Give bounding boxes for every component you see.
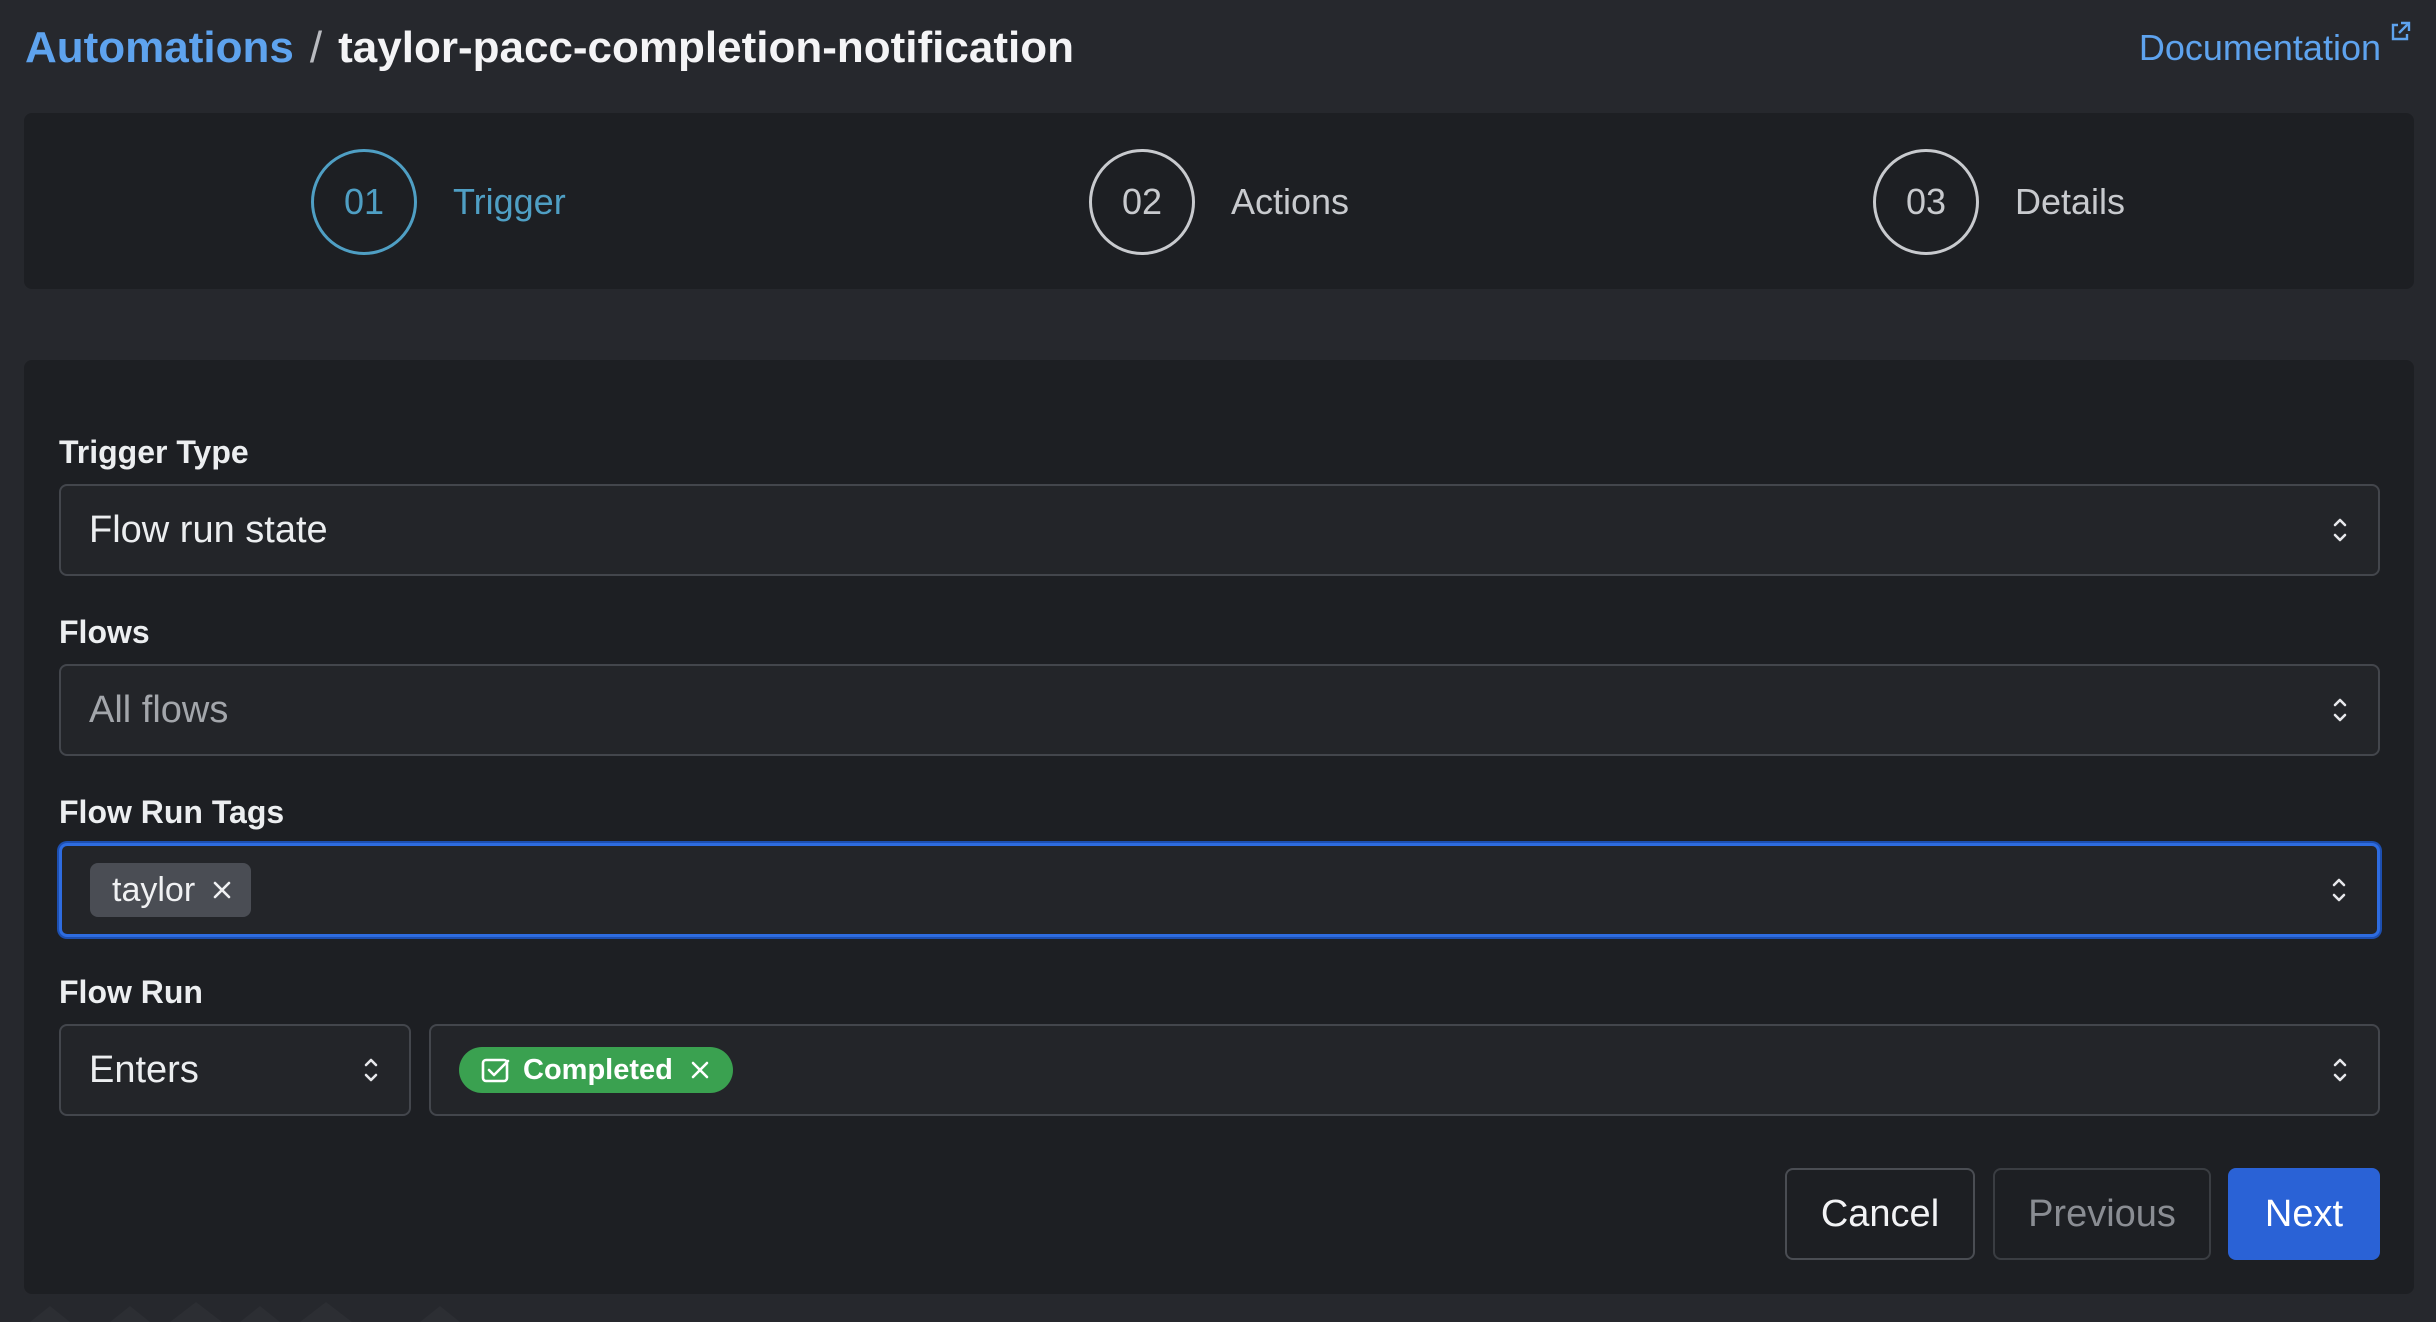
page-title: taylor-pacc-completion-notification (338, 23, 1074, 72)
flows-label: Flows (59, 614, 150, 650)
flow-run-label: Flow Run (59, 974, 203, 1010)
state-badge-completed: Completed (459, 1047, 733, 1093)
trigger-type-select[interactable]: Flow run state (59, 484, 2380, 576)
trigger-type-value: Flow run state (89, 508, 328, 551)
flows-placeholder: All flows (89, 688, 229, 731)
documentation-link[interactable]: Documentation (2138, 21, 2411, 69)
step-number: 02 (1089, 149, 1195, 255)
step-actions[interactable]: 02 Actions (1089, 149, 1349, 255)
flow-run-states-select[interactable]: Completed (429, 1024, 2380, 1116)
step-label: Actions (1231, 181, 1350, 222)
tag-chip-label: taylor (112, 870, 196, 909)
breadcrumb: Automations / taylor-pacc-completion-not… (25, 23, 1074, 73)
trigger-form-panel: Trigger Type Flow run state Flows All fl… (24, 360, 2414, 1294)
step-details[interactable]: 03 Details (1873, 149, 2125, 255)
external-link-icon (2391, 21, 2411, 41)
remove-state-icon[interactable] (689, 1059, 711, 1081)
chevron-up-down-icon (2333, 1058, 2347, 1082)
remove-tag-icon[interactable] (211, 879, 233, 901)
tag-chip: taylor (90, 863, 252, 917)
previous-button[interactable]: Previous (1993, 1168, 2211, 1260)
background-pattern (30, 1302, 460, 1322)
completed-check-icon (481, 1056, 511, 1084)
page-header: Automations / taylor-pacc-completion-not… (25, 18, 2411, 78)
flow-run-condition-select[interactable]: Enters (59, 1024, 411, 1116)
chevron-up-down-icon (364, 1058, 378, 1082)
flow-run-condition-value: Enters (89, 1048, 199, 1091)
chevron-up-down-icon (2332, 878, 2346, 902)
chevron-up-down-icon (2333, 698, 2347, 722)
cancel-button[interactable]: Cancel (1785, 1168, 1975, 1260)
flow-run-tags-select[interactable]: taylor (59, 843, 2380, 937)
next-button[interactable]: Next (2228, 1168, 2380, 1260)
flow-run-tags-label: Flow Run Tags (59, 794, 285, 830)
step-number: 01 (311, 149, 417, 255)
step-label: Trigger (453, 181, 566, 222)
breadcrumb-separator: / (309, 23, 323, 72)
state-badge-label: Completed (523, 1053, 673, 1086)
flows-select[interactable]: All flows (59, 664, 2380, 756)
step-number: 03 (1873, 149, 1979, 255)
wizard-stepper: 01 Trigger 02 Actions 03 Details (24, 113, 2414, 289)
step-label: Details (2015, 181, 2126, 222)
trigger-type-label: Trigger Type (59, 434, 249, 470)
chevron-up-down-icon (2333, 518, 2347, 542)
documentation-label: Documentation (2138, 27, 2381, 68)
step-trigger[interactable]: 01 Trigger (311, 149, 566, 255)
automation-editor-page: Automations / taylor-pacc-completion-not… (0, 0, 2436, 1322)
breadcrumb-automations-link[interactable]: Automations (25, 23, 294, 73)
